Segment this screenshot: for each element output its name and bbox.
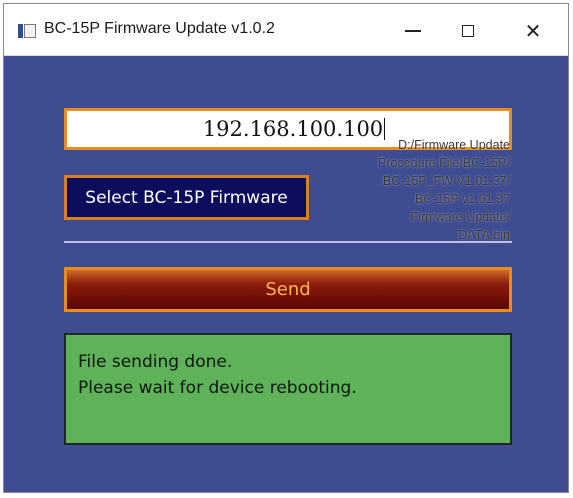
status-line: File sending done. [78, 352, 233, 372]
file-path-line: Procedure File/BC-15P/ [377, 156, 510, 170]
file-path-line: D:/Firmware Update [398, 138, 510, 152]
close-icon: ✕ [524, 19, 542, 43]
divider [64, 241, 512, 243]
status-line: Please wait for device rebooting. [78, 378, 357, 398]
send-button[interactable]: Send [64, 267, 512, 312]
status-message-box: File sending done. Please wait for devic… [64, 333, 512, 445]
close-button[interactable]: ✕ [510, 14, 556, 48]
minimize-icon [405, 30, 421, 32]
maximize-button[interactable] [445, 14, 491, 48]
firmware-file-path: D:/Firmware Update Procedure File/BC-15P… [330, 136, 510, 244]
app-window: BC-15P Firmware Update v1.0.2 ✕ 192.168.… [3, 3, 569, 493]
title-bar[interactable]: BC-15P Firmware Update v1.0.2 ✕ [4, 4, 568, 56]
minimize-button[interactable] [390, 14, 436, 48]
file-path-line: BC-15P v1.01.37 [415, 192, 510, 206]
file-path-line: Firmware Update/ [410, 210, 510, 224]
file-path-line: BC-15P_FW V1.01.37/ [382, 174, 510, 188]
maximize-icon [462, 25, 474, 37]
app-icon [18, 24, 36, 38]
window-title: BC-15P Firmware Update v1.0.2 [44, 20, 275, 37]
select-firmware-button[interactable]: Select BC-15P Firmware [64, 175, 309, 220]
